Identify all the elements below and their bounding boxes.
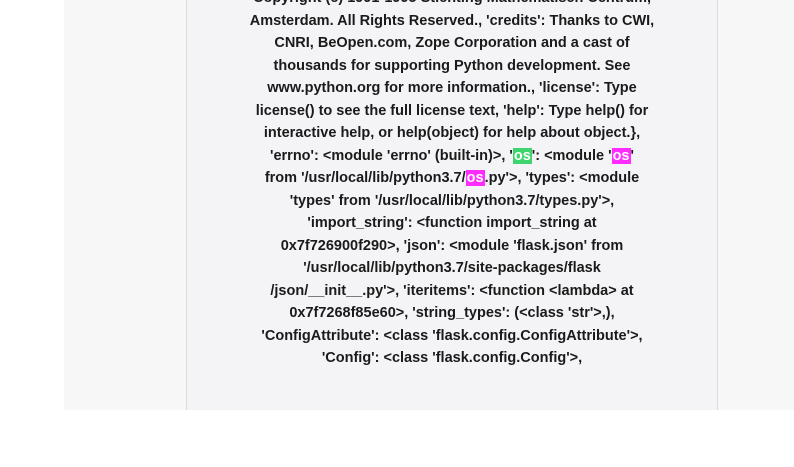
text-line: from '/usr/local/lib/python3.7/os.py'>, …: [187, 167, 717, 190]
text-line: 'import_string': <function import_string…: [187, 212, 717, 235]
content-panel: Copyright (c) 1991-1995 Stichting Mathem…: [186, 0, 718, 410]
text-line: /json/__init__.py'>, 'iteritems': <funct…: [187, 280, 717, 303]
text-line: 'types' from '/usr/local/lib/python3.7/t…: [187, 190, 717, 213]
text-segment: CNRI, BeOpen.com, Zope Corporation and a…: [274, 35, 630, 51]
text-segment: 'types' from '/usr/local/lib/python3.7/t…: [289, 192, 615, 209]
text-segment: www.python.org for more information., 'l…: [267, 80, 637, 96]
text-line: 'errno': <module 'errno' (built-in)>, 'o…: [187, 145, 717, 168]
text-segment: 'ConfigAttribute': <class 'flask.config.…: [261, 327, 643, 344]
text-segment: 0x7f726900f290>, 'json': <module 'flask.…: [280, 237, 624, 254]
text-segment: /json/__init__.py'>, 'iteritems': <funct…: [270, 282, 634, 299]
text-line: www.python.org for more information., 'l…: [187, 77, 717, 100]
text-line: '/usr/local/lib/python3.7/site-packages/…: [187, 257, 717, 280]
text-line: CNRI, BeOpen.com, Zope Corporation and a…: [187, 32, 717, 55]
text-line: 0x7f7268f85e60>, 'string_types': (<class…: [187, 302, 717, 325]
text-segment: 'import_string': <function import_string…: [307, 215, 597, 231]
text-segment: 0x7f7268f85e60>, 'string_types': (<class…: [289, 305, 615, 321]
text-line: Copyright (c) 1991-1995 Stichting Mathem…: [187, 0, 717, 10]
text-segment: 'errno': <module 'errno' (built-in)>, ': [270, 147, 513, 164]
text-line: license() to see the full license text, …: [187, 100, 717, 123]
text-line: 0x7f726900f290>, 'json': <module 'flask.…: [187, 235, 717, 258]
text-line: thousands for supporting Python developm…: [187, 55, 717, 78]
text-segment: Amsterdam. All Rights Reserved., 'credit…: [249, 12, 655, 29]
text-segment: from '/usr/local/lib/python3.7/: [264, 170, 466, 186]
search-match: os: [465, 170, 485, 186]
text-line: Amsterdam. All Rights Reserved., 'credit…: [187, 10, 717, 33]
text-line: interactive help, or help(object) for he…: [187, 122, 717, 145]
document-text: Copyright (c) 1991-1995 Stichting Mathem…: [187, 0, 717, 370]
search-match: os: [611, 147, 631, 164]
search-match-current: os: [512, 147, 532, 164]
text-line: 'Config': <class 'flask.config.Config'>,: [187, 347, 717, 370]
text-segment: .py'>, 'types': <module: [484, 170, 640, 186]
text-segment: 'Config': <class 'flask.config.Config'>,: [321, 350, 583, 366]
text-segment: license() to see the full license text, …: [255, 102, 649, 119]
text-segment: thousands for supporting Python developm…: [273, 57, 631, 74]
text-segment: '/usr/local/lib/python3.7/site-packages/…: [303, 260, 601, 276]
text-segment: interactive help, or help(object) for he…: [263, 125, 641, 141]
text-line: 'ConfigAttribute': <class 'flask.config.…: [187, 325, 717, 348]
text-segment: ': <module ': [531, 147, 612, 164]
text-segment: ': [630, 147, 634, 164]
text-segment: Copyright (c) 1991-1995 Stichting Mathem…: [253, 0, 651, 6]
